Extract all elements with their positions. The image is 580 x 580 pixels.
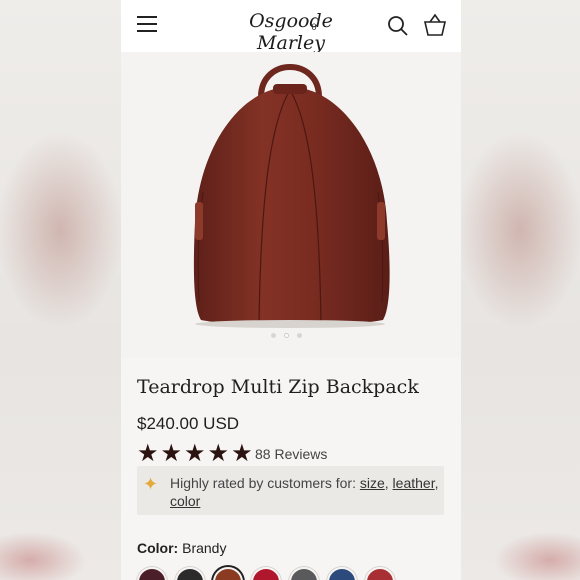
product-image[interactable]	[121, 52, 461, 357]
menu-icon[interactable]	[137, 16, 157, 34]
swatch-plum[interactable]	[137, 567, 167, 580]
swatch-red[interactable]	[251, 567, 281, 580]
pagination-dot-active[interactable]	[284, 333, 289, 338]
swatch-brandy[interactable]	[213, 567, 243, 580]
color-swatches	[137, 567, 395, 580]
pagination-dot[interactable]	[271, 333, 276, 338]
product-price: $240.00 USD	[137, 414, 240, 433]
swatch-grey[interactable]	[289, 567, 319, 580]
selected-color-name: Brandy	[182, 540, 227, 556]
image-pagination	[271, 333, 302, 338]
basket-icon[interactable]	[422, 13, 448, 37]
site-header: Osgoode Marley	[121, 0, 461, 54]
star-icon: ★	[207, 440, 230, 467]
backpack-illustration	[193, 64, 390, 328]
brand-logo[interactable]: Osgoode Marley	[226, 10, 356, 54]
highlight-prefix: Highly rated by customers for:	[170, 475, 356, 491]
star-icon: ★	[160, 440, 183, 467]
reviews-link[interactable]: 88 Reviews	[255, 446, 327, 462]
star-icon: ★	[231, 440, 253, 467]
highlight-tag-color[interactable]: color	[170, 493, 200, 509]
star-icon: ★	[184, 440, 206, 467]
product-title: Teardrop Multi Zip Backpack	[137, 376, 419, 398]
swatch-crimson[interactable]	[365, 567, 395, 580]
cart-count: 0	[311, 22, 317, 32]
highlight-tag-leather[interactable]: leather	[393, 475, 435, 491]
highlight-text: Highly rated by customers for: size, lea…	[170, 475, 439, 509]
pagination-dot[interactable]	[297, 333, 302, 338]
color-selector-label: Color: Brandy	[137, 540, 226, 556]
swatch-navy[interactable]	[327, 567, 357, 580]
highlight-tag-size[interactable]: size	[360, 475, 385, 491]
search-icon[interactable]	[387, 15, 409, 37]
color-label: Color:	[137, 540, 179, 556]
sparkle-icon: ✦	[143, 474, 159, 494]
rating-stars[interactable]: ★ ★ ★ ★ ★	[137, 440, 253, 467]
swatch-black[interactable]	[175, 567, 205, 580]
star-icon: ★	[137, 440, 159, 467]
